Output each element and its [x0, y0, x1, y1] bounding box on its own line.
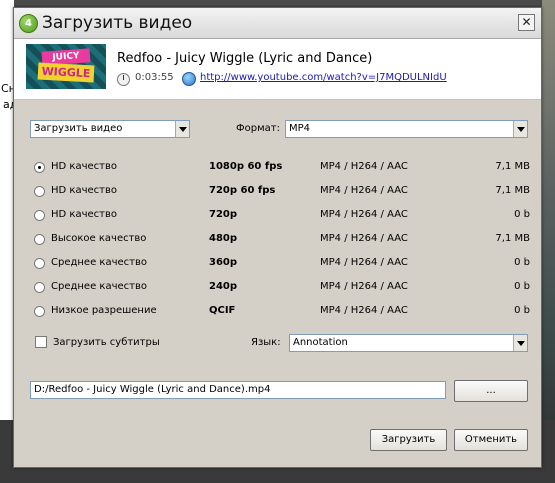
quality-option-row[interactable]: HD качество 720p MP4 / H264 / AAC 0 b	[34, 208, 534, 224]
subtitles-label: Загрузить субтитры	[53, 337, 160, 348]
background-page-right	[542, 0, 555, 483]
quality-radio[interactable]	[34, 306, 45, 317]
app-logo-icon: 4	[19, 14, 38, 33]
cancel-button[interactable]: Отменить	[454, 429, 528, 451]
format-label: Формат:	[236, 123, 280, 134]
quality-label: Высокое качество	[51, 233, 147, 244]
file-size-label: 7,1 MB	[495, 185, 530, 196]
browse-button[interactable]: ...	[454, 380, 528, 402]
download-dialog: 4 Загрузить видео ✕ JUICY WIGGLE Redfoo …	[13, 7, 542, 468]
dropdown-arrow-icon[interactable]	[513, 121, 527, 137]
quality-label: Среднее качество	[51, 281, 147, 292]
video-info-header: JUICY WIGGLE Redfoo - Juicy Wiggle (Lyri…	[14, 39, 541, 100]
action-select[interactable]: Загрузить видео	[30, 120, 190, 138]
file-size-label: 7,1 MB	[495, 233, 530, 244]
codec-label: MP4 / H264 / AAC	[320, 161, 408, 172]
dropdown-arrow-icon[interactable]	[513, 335, 527, 351]
quality-label: HD качество	[51, 161, 117, 172]
dialog-title: Загрузить видео	[42, 13, 193, 33]
resolution-label: 720p 60 fps	[209, 185, 276, 196]
quality-option-row[interactable]: Среднее качество 360p MP4 / H264 / AAC 0 b	[34, 256, 534, 272]
codec-label: MP4 / H264 / AAC	[320, 305, 408, 316]
video-url-link[interactable]: http://www.youtube.com/watch?v=J7MQDULNI…	[200, 72, 447, 83]
resolution-label: 240p	[209, 281, 238, 292]
quality-option-row[interactable]: Высокое качество 480p MP4 / H264 / AAC 7,1 …	[34, 232, 534, 248]
quality-radio[interactable]	[34, 258, 45, 269]
video-thumbnail: JUICY WIGGLE	[26, 44, 106, 89]
quality-radio[interactable]	[34, 162, 45, 173]
quality-option-row[interactable]: HD качество 1080p 60 fps MP4 / H264 / AAC 7…	[34, 160, 534, 176]
format-select[interactable]: MP4	[285, 120, 528, 138]
video-title: Redfoo - Juicy Wiggle (Lyric and Dance)	[117, 51, 373, 66]
language-label: Язык:	[251, 337, 281, 348]
dropdown-arrow-icon[interactable]	[175, 121, 189, 137]
subtitles-checkbox[interactable]	[35, 336, 47, 348]
resolution-label: QCIF	[209, 305, 236, 316]
quality-radio[interactable]	[34, 282, 45, 293]
file-size-label: 7,1 MB	[495, 161, 530, 172]
globe-icon	[182, 72, 196, 86]
quality-option-row[interactable]: HD качество 720p 60 fps MP4 / H264 / AAC 7,…	[34, 184, 534, 200]
file-size-label: 0 b	[514, 209, 530, 220]
codec-label: MP4 / H264 / AAC	[320, 233, 408, 244]
file-size-label: 0 b	[514, 257, 530, 268]
codec-label: MP4 / H264 / AAC	[320, 281, 408, 292]
quality-radio[interactable]	[34, 234, 45, 245]
language-select-value: Annotation	[293, 337, 348, 348]
background-page-left: Сн ад	[0, 0, 17, 483]
output-path-field[interactable]: D:/Redfoo - Juicy Wiggle (Lyric and Danc…	[30, 381, 446, 399]
resolution-label: 480p	[209, 233, 238, 244]
quality-label: Среднее качество	[51, 257, 147, 268]
title-bar[interactable]: 4 Загрузить видео ✕	[14, 8, 541, 39]
close-button[interactable]: ✕	[518, 14, 535, 31]
clock-icon	[117, 73, 130, 86]
file-size-label: 0 b	[514, 281, 530, 292]
quality-option-row[interactable]: Среднее качество 240p MP4 / H264 / AAC 0 b	[34, 280, 534, 296]
codec-label: MP4 / H264 / AAC	[320, 257, 408, 268]
download-button[interactable]: Загрузить	[370, 429, 447, 451]
resolution-label: 360p	[209, 257, 238, 268]
quality-label: HD качество	[51, 185, 117, 196]
codec-label: MP4 / H264 / AAC	[320, 185, 408, 196]
quality-label: HD качество	[51, 209, 117, 220]
video-duration: 0:03:55	[135, 72, 174, 83]
quality-label: Низкое разрешение	[51, 305, 157, 316]
action-select-value: Загрузить видео	[34, 123, 123, 134]
language-select[interactable]: Annotation	[289, 334, 528, 352]
quality-radio[interactable]	[34, 186, 45, 197]
resolution-label: 1080p 60 fps	[209, 161, 283, 172]
quality-radio[interactable]	[34, 210, 45, 221]
format-select-value: MP4	[289, 123, 311, 134]
thumbnail-text: WIGGLE	[37, 62, 95, 83]
quality-option-row[interactable]: Низкое разрешение QCIF MP4 / H264 / AAC 0 b	[34, 304, 534, 320]
file-size-label: 0 b	[514, 305, 530, 316]
resolution-label: 720p	[209, 209, 238, 220]
codec-label: MP4 / H264 / AAC	[320, 209, 408, 220]
